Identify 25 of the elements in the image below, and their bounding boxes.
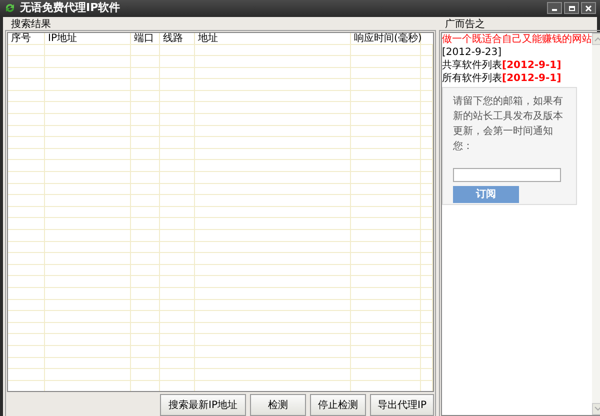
email-field[interactable] — [453, 168, 561, 182]
column-header[interactable]: 序号 — [8, 32, 45, 44]
group-title: 搜索结果 — [10, 18, 52, 30]
date-text: [2012-9-1] — [502, 72, 562, 84]
action-button[interactable]: 导出代理IP — [370, 394, 434, 416]
date-text: [2012-9-23] — [442, 46, 502, 58]
maximize-button[interactable] — [564, 2, 579, 14]
column-header[interactable]: IP地址 — [45, 32, 131, 44]
column-header[interactable]: 端口 — [131, 32, 160, 44]
close-icon — [585, 4, 592, 12]
action-button[interactable]: 停止检测 — [310, 394, 366, 416]
column-header[interactable]: 地址 — [195, 32, 351, 44]
app-icon — [4, 2, 16, 14]
subscribe-message: 请留下您的邮箱，如果有新的站长工具发布及版本更新，会第一时间通知您： — [453, 94, 564, 154]
column-header[interactable]: 线路 — [160, 32, 195, 44]
window-title: 无语免费代理IP软件 — [20, 0, 120, 16]
date-text: [2012-9-1] — [502, 58, 562, 72]
action-button[interactable]: 检测 — [250, 394, 306, 416]
action-button[interactable]: 搜索最新IP地址 — [160, 394, 246, 416]
ad-link[interactable]: 做一个既适合自己又能赚钱的网站 — [442, 32, 592, 46]
list-link[interactable]: 所有软件列表 — [442, 72, 502, 84]
minimize-button[interactable] — [547, 2, 562, 14]
list-link[interactable]: 共享软件列表 — [442, 58, 502, 72]
close-button[interactable] — [581, 2, 596, 14]
group-title: 广而告之 — [444, 18, 486, 30]
